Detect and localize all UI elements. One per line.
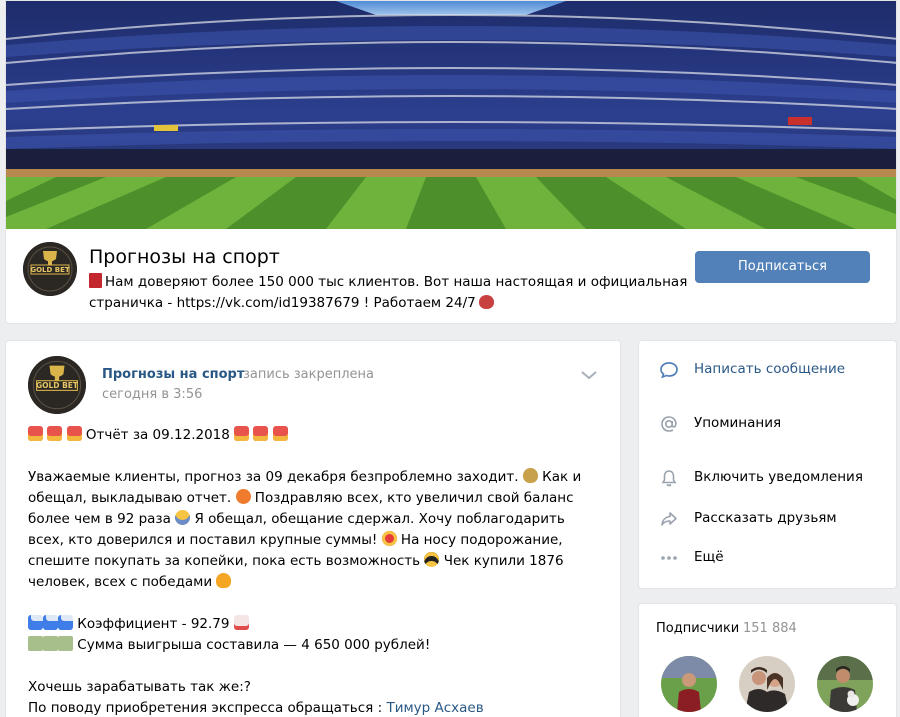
post-pinned-note: запись закреплена (243, 367, 375, 382)
gift-icon (47, 426, 63, 441)
chevron-down-icon[interactable] (580, 369, 598, 381)
post-headline-line: Отчёт за 09.12.2018 (28, 425, 603, 446)
money-wings-icon (43, 636, 58, 651)
chart-increasing-icon (233, 615, 249, 630)
post-timestamp[interactable]: сегодня в 3:56 (102, 387, 202, 402)
post-coefficient: Коэффициент - 92.79 (77, 616, 230, 632)
logo-text: GOLD BET (36, 381, 79, 390)
menu-item-notifications[interactable]: Включить уведомления (639, 459, 896, 495)
subscriber-avatar[interactable] (661, 656, 717, 712)
share-icon (661, 512, 677, 526)
gift-icon (272, 426, 288, 441)
group-header-card: GOLD BET Прогнозы на спорт Нам доверяют … (5, 0, 897, 324)
post-winnings: Сумма выигрыша составила — 4 650 000 руб… (77, 637, 431, 653)
message-icon (660, 362, 678, 379)
gift-icon (28, 426, 43, 441)
fearful-face-icon (175, 510, 191, 525)
post-cta-question: Хочешь зарабатывать так же:? (28, 679, 251, 695)
menu-item-send-message[interactable]: Написать сообщение (639, 351, 896, 387)
post-contact-line: По поводу приобретения экспресса обращат… (28, 698, 603, 717)
group-actions-menu: Написать сообщение Упоминания Включить у… (638, 340, 897, 589)
menu-item-more[interactable]: Ещё (639, 539, 896, 575)
bell-icon (661, 470, 677, 487)
collision-icon (235, 489, 251, 504)
menu-item-mentions[interactable]: Упоминания (639, 405, 896, 441)
subscribers-count: 151 884 (743, 621, 797, 636)
gold-bet-logo: GOLD BET (28, 356, 86, 414)
subscriber-avatar[interactable] (739, 656, 795, 712)
devil-emoji-icon (478, 295, 494, 309)
bar-chart-icon (58, 615, 73, 630)
more-icon (661, 556, 677, 560)
menu-item-share[interactable]: Рассказать друзьям (639, 500, 896, 536)
post-body: Отчёт за 09.12.2018 Уважаемые клиенты, п… (28, 425, 603, 717)
fire-icon (216, 573, 232, 588)
group-avatar[interactable]: GOLD BET (23, 242, 77, 296)
subscriber-avatar[interactable] (817, 656, 873, 712)
group-status-text: Нам доверяют более 150 000 тыс клиентов.… (89, 274, 688, 311)
menu-item-label: Ещё (694, 549, 724, 565)
post-winnings-line: Сумма выигрыша составила — 4 650 000 руб… (28, 635, 603, 656)
subscribers-title[interactable]: Подписчики (656, 621, 739, 636)
group-status: Нам доверяют более 150 000 тыс клиентов.… (89, 272, 689, 314)
gold-bet-logo: GOLD BET (23, 242, 77, 296)
red-book-icon (89, 273, 102, 288)
subscribe-button[interactable]: Подписаться (695, 251, 870, 283)
post-author-link[interactable]: Прогнозы на спорт (102, 367, 244, 382)
gift-icon (253, 426, 269, 441)
post-contact-prefix: По поводу приобретения экспресса обращат… (28, 700, 383, 716)
menu-item-label: Написать сообщение (694, 361, 846, 377)
subscriber-photo (739, 656, 795, 712)
heart-eyes-icon (381, 531, 397, 546)
menu-item-label: Рассказать друзьям (694, 510, 837, 526)
post-paragraph: Уважаемые клиенты, прогноз за 09 декабря… (28, 467, 603, 593)
bar-chart-icon (43, 615, 58, 630)
post-coefficient-line: Коэффициент - 92.79 (28, 614, 603, 635)
menu-item-label: Упоминания (694, 415, 782, 431)
money-bag-icon (522, 468, 538, 483)
sunglasses-face-icon (424, 552, 440, 567)
subscriber-photo (817, 656, 873, 712)
bar-chart-icon (28, 615, 43, 630)
cover-image (6, 1, 896, 229)
at-icon (661, 416, 677, 432)
contact-link[interactable]: Тимур Асхаев (386, 700, 483, 716)
gift-icon (234, 426, 250, 441)
group-title: Прогнозы на спорт (89, 246, 280, 268)
logo-text: GOLD BET (30, 266, 70, 274)
post-headline: Отчёт за 09.12.2018 (85, 427, 230, 443)
money-wings-icon (58, 636, 73, 651)
subscriber-photo (661, 656, 717, 712)
post-author-avatar[interactable]: GOLD BET (28, 356, 86, 414)
post-sentence: Уважаемые клиенты, прогноз за 09 декабря… (28, 469, 519, 485)
subscribers-block: Подписчики 151 884 (638, 603, 897, 717)
menu-item-label: Включить уведомления (694, 469, 863, 485)
gift-icon (66, 426, 82, 441)
money-wings-icon (28, 636, 43, 651)
pinned-post: GOLD BET Прогнозы на спорт запись закреп… (5, 340, 621, 717)
